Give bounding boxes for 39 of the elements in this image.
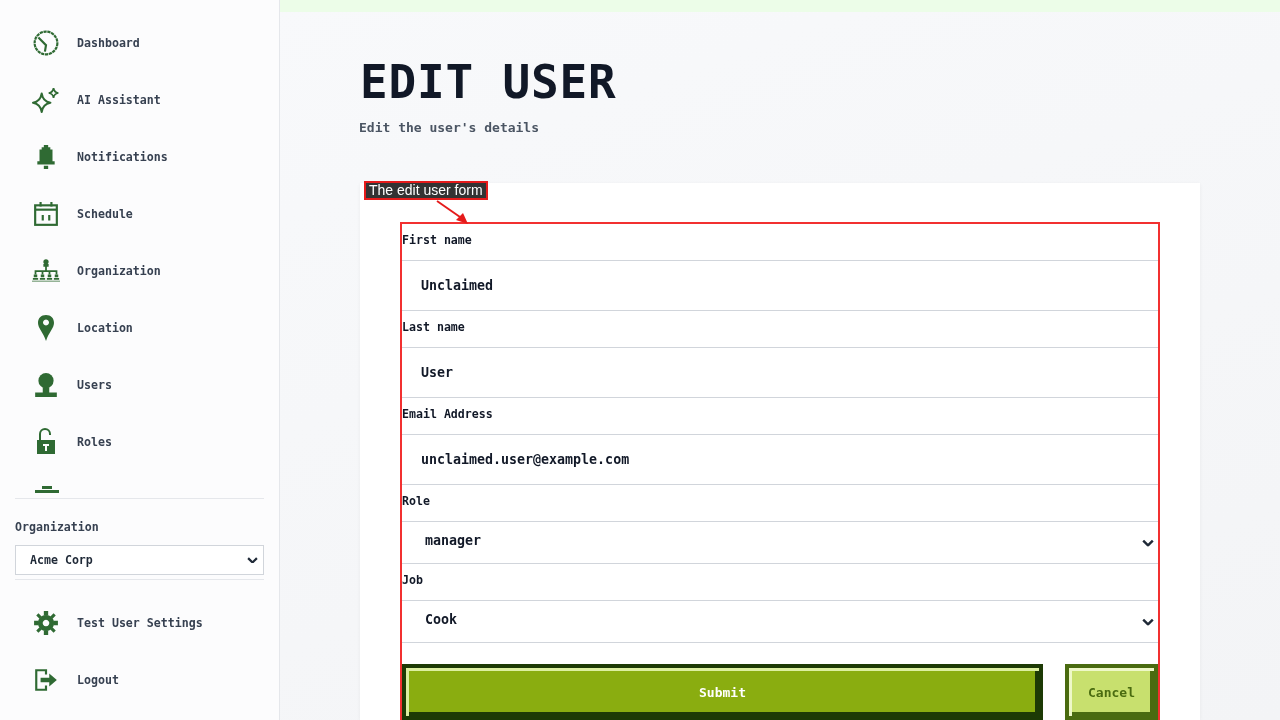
nav-item[interactable]: AI Assistant	[15, 71, 264, 128]
cut-off-icon	[34, 486, 60, 493]
sparkle-icon	[32, 86, 60, 113]
field-label: First name	[402, 232, 473, 249]
logout-icon	[33, 666, 59, 693]
annotation-label: The edit user form	[364, 181, 488, 200]
field-label: Job	[402, 572, 424, 589]
chevron-down-icon	[247, 556, 258, 564]
nav-item[interactable]: Logout	[15, 651, 264, 708]
cancel-button[interactable]: Cancel	[1065, 664, 1158, 720]
text-input[interactable]: User	[402, 347, 1158, 398]
field-label: Role	[402, 493, 431, 510]
annotation-arrow	[436, 200, 469, 224]
settings-icon	[33, 609, 59, 636]
nav-item[interactable]: Users	[15, 356, 264, 413]
page-subtitle: Edit the user's details	[359, 119, 539, 137]
nav-item[interactable]: Dashboard	[15, 14, 264, 71]
chevron-down-icon	[1142, 617, 1154, 626]
text-input[interactable]: unclaimed.user@example.com	[402, 434, 1158, 485]
select-field[interactable]: Cook	[402, 600, 1158, 643]
nav-item[interactable]: Organization	[15, 242, 264, 299]
page-title: EDIT USER	[360, 59, 617, 105]
organization-label: Organization	[15, 519, 99, 535]
org-chart-icon	[32, 256, 60, 285]
chevron-down-icon	[1142, 538, 1154, 547]
gauge-icon	[33, 29, 59, 56]
select-field[interactable]: manager	[402, 521, 1158, 564]
user-icon	[33, 371, 59, 398]
nav-item[interactable]: Test User Settings	[15, 594, 264, 651]
nav-item[interactable]: Location	[15, 299, 264, 356]
organization-select[interactable]: Acme Corp	[15, 545, 264, 575]
padlock-icon	[34, 427, 58, 456]
text-input[interactable]: Unclaimed	[402, 260, 1158, 311]
field-label: Email Address	[402, 406, 494, 423]
field-label: Last name	[402, 319, 466, 336]
nav-item[interactable]: Roles	[15, 413, 264, 470]
nav-item[interactable]: Notifications	[15, 128, 264, 185]
nav-item[interactable]: Schedule	[15, 185, 264, 242]
calendar-icon	[33, 200, 59, 227]
